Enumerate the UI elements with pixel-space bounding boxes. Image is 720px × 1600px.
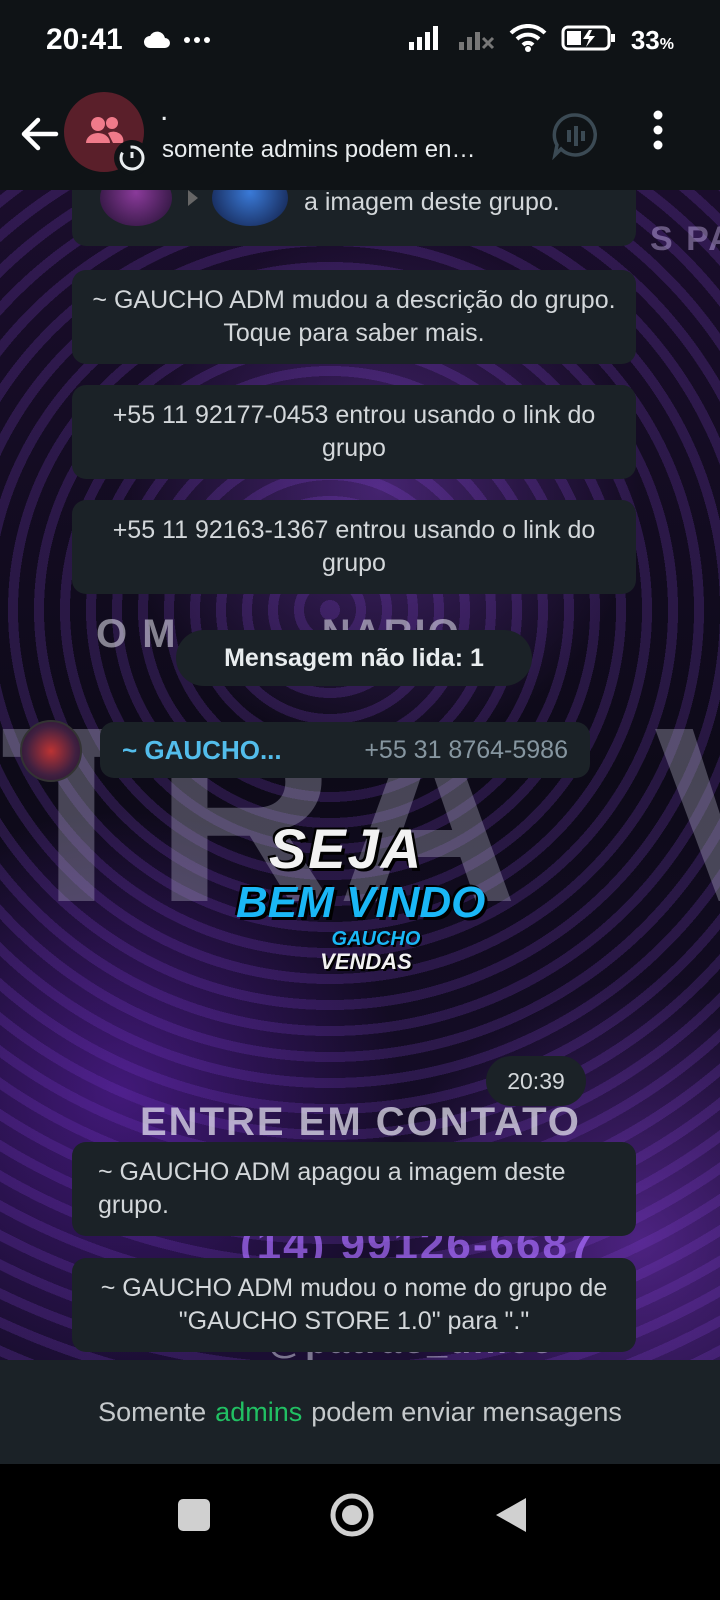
welcome-sticker[interactable]: SEJA BEM VINDO GAUCHO VENDAS (236, 817, 486, 1020)
footer-suffix: podem enviar mensagens (311, 1396, 622, 1427)
chat-title[interactable]: . (160, 94, 168, 128)
admins-link[interactable]: admins (215, 1397, 302, 1428)
system-message-text: +55 11 92163-1367 entrou usando o link d… (112, 516, 596, 577)
system-message[interactable]: +55 11 92177-0453 entrou usando o link d… (72, 385, 636, 479)
system-message-text: ~ GAUCHO ADM mudou o nome do grupo de "G… (100, 1274, 608, 1335)
system-message[interactable]: +55 11 92163-1367 entrou usando o link d… (72, 500, 636, 594)
sticker-line-1: SEJA (268, 817, 424, 880)
system-message[interactable]: ~ GAUCHO ADM apagou a imagem deste grupo… (72, 1142, 636, 1236)
battery-percent: 33% (630, 24, 674, 55)
wifi-icon (509, 23, 547, 57)
sender-bubble[interactable]: ~ GAUCHO... +55 31 8764-5986 (100, 722, 590, 778)
arrow-icon (188, 190, 198, 206)
arrow-left-icon[interactable] (16, 110, 64, 158)
signal-icon (408, 25, 445, 55)
unread-banner: Mensagem não lida: 1 (176, 630, 532, 686)
status-time: 20:41 (46, 23, 123, 56)
square-icon[interactable] (177, 1498, 211, 1537)
triangle-back-icon[interactable] (494, 1496, 528, 1539)
sticker-line-3: GAUCHO (331, 928, 421, 950)
wallpaper-text-contact: ENTRE EM CONTATO (140, 1100, 581, 1144)
disappearing-timer-icon (114, 140, 150, 176)
chat-area[interactable]: S PAT O M NARIO TRA VEN ENTRE EM CONTATO… (0, 190, 720, 1360)
signal-off-icon (458, 26, 495, 55)
cloud-icon (143, 30, 171, 50)
wallpaper-text-top: S PAT (650, 220, 720, 258)
chat-subtitle[interactable]: somente admins podem en… (162, 136, 476, 164)
circle-home-icon[interactable] (329, 1492, 375, 1543)
admins-only-footer: Somente admins podem enviar mensagens (0, 1360, 720, 1464)
battery-icon (561, 24, 617, 57)
system-message-text: ~ GAUCHO ADM mudou a descrição do grupo.… (92, 286, 616, 347)
voice-chat-icon[interactable] (550, 110, 600, 165)
chat-header: . somente admins podem en… (0, 80, 720, 190)
message-time: 20:39 (486, 1056, 586, 1106)
footer-prefix: Somente (98, 1396, 207, 1427)
sticker-line-2: BEM VINDO (236, 878, 486, 927)
system-message[interactable]: ~ GAUCHO ADM mudou a descrição do grupo.… (72, 270, 636, 364)
system-message-text: a imagem deste grupo. (304, 190, 560, 216)
system-message-image-partial[interactable]: a imagem deste grupo. (72, 190, 636, 246)
thumbnail-new (212, 190, 288, 226)
sticker-line-4: VENDAS (320, 949, 412, 974)
system-message-text: +55 11 92177-0453 entrou usando o link d… (112, 401, 596, 462)
system-nav-bar (0, 1464, 720, 1600)
sender-name[interactable]: ~ GAUCHO... (122, 735, 282, 766)
vertical-dots-icon[interactable] (652, 110, 664, 155)
sender-avatar[interactable] (20, 720, 82, 782)
sender-phone: +55 31 8764-5986 (364, 735, 568, 764)
system-message[interactable]: ~ GAUCHO ADM mudou o nome do grupo de "G… (72, 1258, 636, 1352)
thumbnail-old (100, 190, 172, 226)
status-bar: 20:41 33% (0, 0, 720, 80)
system-message-text: ~ GAUCHO ADM apagou a imagem deste grupo… (98, 1158, 566, 1219)
more-dots-icon (183, 36, 211, 44)
